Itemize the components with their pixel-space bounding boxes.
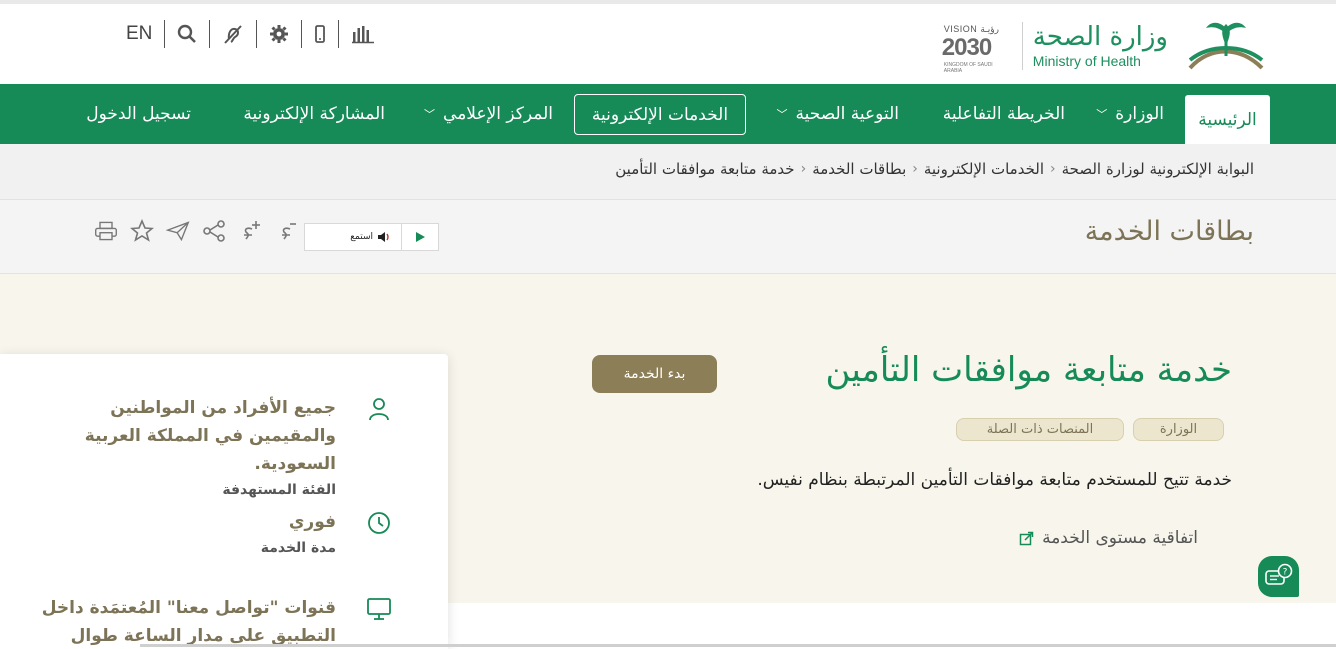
channels-value: قنوات "تواصل معنا" المُعتمَدة داخل التطب…	[41, 598, 336, 646]
service-info-card: جميع الأفراد من المواطنين والمقيمين في ا…	[0, 354, 448, 649]
hearing-icon[interactable]	[210, 20, 258, 48]
horizontal-scrollbar[interactable]	[140, 644, 1336, 647]
logo-divider	[1021, 22, 1023, 70]
language-toggle[interactable]: EN	[118, 20, 166, 48]
duration-value: فوري	[288, 512, 336, 532]
chevron-down-icon: ﹀	[1096, 108, 1108, 121]
tag-related-platforms[interactable]: المنصات ذات الصلة	[956, 418, 1124, 441]
font-decrease-icon[interactable]	[274, 216, 298, 246]
svg-text:?: ?	[1282, 567, 1287, 577]
listen-button[interactable]: استمع	[305, 224, 402, 250]
nav-item-awareness[interactable]: التوعية الصحية ﹀	[777, 84, 899, 144]
play-icon[interactable]	[402, 231, 438, 243]
search-icon[interactable]	[165, 20, 211, 48]
title-band: بطاقات الخدمة استمع	[0, 200, 1336, 274]
target-audience-value: جميع الأفراد من المواطنين والمقيمين في ا…	[84, 398, 336, 474]
share-icon[interactable]	[202, 216, 226, 246]
star-icon[interactable]	[130, 216, 154, 246]
info-duration: فوري مدة الخدمة	[36, 508, 392, 560]
target-audience-label: الفئة المستهدفة	[222, 482, 336, 498]
breadcrumb-item[interactable]: البوابة الإلكترونية لوزارة الصحة	[1062, 160, 1254, 178]
top-header: EN VISION رؤيـة 2030 KINGDOM OF SAUDI AR…	[0, 0, 1336, 84]
service-tags: الوزارة المنصات ذات الصلة	[956, 418, 1224, 441]
service-description: خدمة تتيح للمستخدم متابعة موافقات التأمي…	[757, 470, 1232, 490]
breadcrumb-current: خدمة متابعة موافقات التأمين	[615, 160, 795, 178]
nav-item-home[interactable]: الرئيسية	[1185, 95, 1270, 144]
gear-icon[interactable]	[257, 20, 303, 48]
logo-area[interactable]: VISION رؤيـة 2030 KINGDOM OF SAUDI ARABI…	[942, 16, 1272, 76]
chat-question-icon: ?	[1264, 563, 1292, 585]
vision-2030-logo: VISION رؤيـة 2030 KINGDOM OF SAUDI ARABI…	[941, 24, 999, 74]
ministry-name: وزارة الصحة Ministry of Health	[1033, 22, 1168, 70]
send-icon[interactable]	[166, 216, 190, 246]
nav-item-ministry[interactable]: الوزارة ﹀	[1096, 84, 1164, 144]
ministry-name-en: Ministry of Health	[1032, 53, 1141, 69]
speaker-icon	[378, 232, 389, 242]
tag-ministry[interactable]: الوزارة	[1133, 418, 1224, 441]
ministry-name-ar: وزارة الصحة	[1032, 22, 1168, 52]
page-title: بطاقات الخدمة	[1084, 216, 1254, 247]
font-increase-icon[interactable]	[238, 216, 262, 246]
external-link-icon	[1019, 531, 1034, 545]
breadcrumb-trail: البوابة الإلكترونية لوزارة الصحة ‹ الخدم…	[615, 160, 1254, 178]
breadcrumb-separator: ‹	[912, 161, 918, 177]
chevron-down-icon: ﹀	[424, 108, 436, 121]
nav-item-media[interactable]: المركز الإعلامي ﹀	[424, 84, 553, 144]
duration-label: مدة الخدمة	[260, 540, 336, 556]
start-service-button[interactable]: بدء الخدمة	[592, 355, 717, 393]
nav-item-login[interactable]: تسجيل الدخول	[86, 84, 191, 144]
service-title: خدمة متابعة موافقات التأمين	[825, 350, 1232, 390]
info-target-audience: جميع الأفراد من المواطنين والمقيمين في ا…	[36, 394, 392, 502]
monitor-icon	[367, 598, 391, 620]
toolbar: EN	[118, 20, 387, 48]
breadcrumb-separator: ‹	[800, 161, 807, 177]
palm-swords-emblem-icon	[1188, 22, 1264, 70]
nav-item-map[interactable]: الخريطة التفاعلية	[943, 84, 1065, 144]
page: EN VISION رؤيـة 2030 KINGDOM OF SAUDI AR…	[0, 0, 1336, 649]
page-actions	[94, 216, 298, 246]
chevron-down-icon: ﹀	[776, 108, 788, 121]
breadcrumb-separator: ‹	[1050, 161, 1056, 177]
stats-icon[interactable]	[339, 20, 387, 48]
breadcrumb: البوابة الإلكترونية لوزارة الصحة ‹ الخدم…	[0, 144, 1336, 200]
main-nav: الرئيسية الوزارة ﹀ الخريطة التفاعلية التو…	[0, 84, 1336, 144]
clock-icon	[368, 512, 390, 534]
user-icon	[369, 398, 389, 421]
breadcrumb-item[interactable]: بطاقات الخدمة	[812, 160, 906, 178]
nav-item-participation[interactable]: المشاركة الإلكترونية	[243, 84, 385, 144]
breadcrumb-item[interactable]: الخدمات الإلكترونية	[924, 160, 1044, 178]
mobile-icon[interactable]	[302, 20, 340, 48]
chat-help-button[interactable]: ?	[1258, 556, 1299, 597]
print-icon[interactable]	[94, 216, 118, 246]
info-channels: قنوات "تواصل معنا" المُعتمَدة داخل التطب…	[36, 594, 392, 649]
listen-player[interactable]: استمع	[304, 223, 439, 251]
nav-item-eservices[interactable]: الخدمات الإلكترونية	[574, 94, 746, 135]
sla-link[interactable]: اتفاقية مستوى الخدمة	[1019, 528, 1198, 548]
listen-label: استمع	[350, 232, 373, 242]
sla-label: اتفاقية مستوى الخدمة	[1042, 528, 1198, 548]
